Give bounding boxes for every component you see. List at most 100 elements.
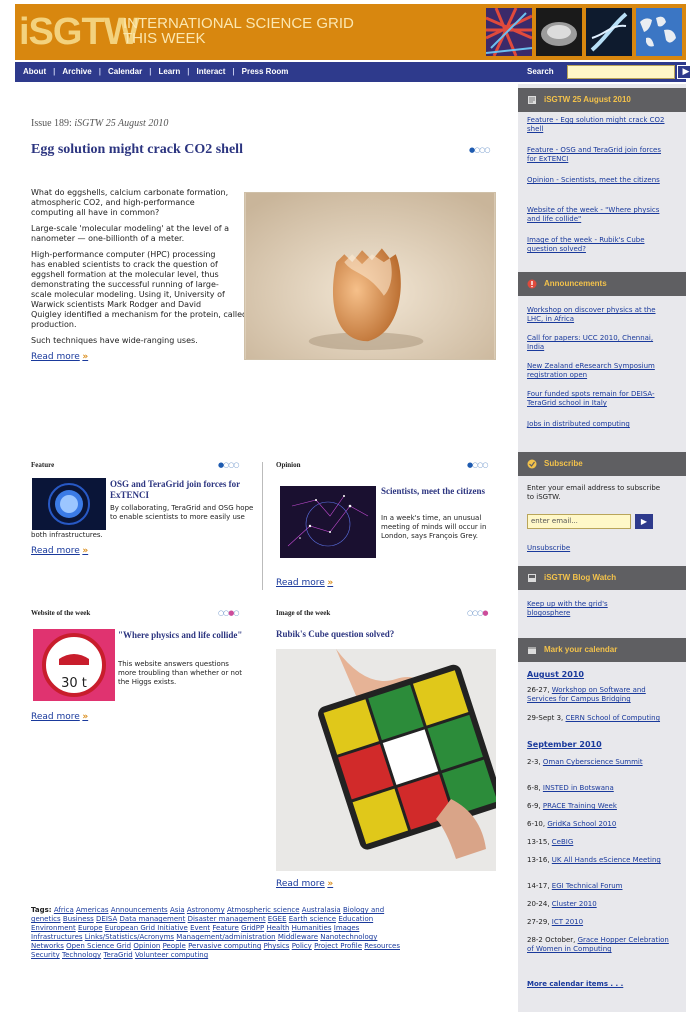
calendar-event-link[interactable]: CERN School of Computing <box>566 714 661 722</box>
calendar-event-link[interactable]: Oman Cyberscience Summit <box>543 758 643 766</box>
calendar-event-link[interactable]: CeBIG <box>552 838 574 846</box>
tag-link[interactable]: Nanotechnology <box>320 933 377 941</box>
tag-link[interactable]: Open Science Grid <box>66 942 131 950</box>
tag-link[interactable]: Business <box>63 915 94 923</box>
tag-link[interactable]: Policy <box>292 942 312 950</box>
tag-link[interactable]: Africa <box>54 906 74 914</box>
opinion-box-read-more[interactable]: Read more » <box>276 578 333 588</box>
nav-interact[interactable]: Interact <box>197 67 226 76</box>
calendar-event-link[interactable]: Cluster 2010 <box>552 900 597 908</box>
tag-link[interactable]: Earth science <box>289 915 336 923</box>
announcement-link[interactable]: Four funded spots remain for DEISA-TeraG… <box>527 390 667 408</box>
nav-about[interactable]: About <box>23 67 46 76</box>
tag-link[interactable]: Security <box>31 951 60 959</box>
sidebar-blog-head: iSGTW Blog Watch <box>518 566 686 590</box>
tag-link[interactable]: Images <box>334 924 360 932</box>
feature-box-dots[interactable]: ●○○○ <box>218 461 239 469</box>
image-box-read-more[interactable]: Read more » <box>276 879 333 889</box>
calendar-event-link[interactable]: PRACE Training Week <box>543 802 617 810</box>
nav-archive[interactable]: Archive <box>62 67 91 76</box>
tag-link[interactable]: Technology <box>62 951 101 959</box>
feature-box-headline[interactable]: OSG and TeraGrid join forces for ExTENCI <box>110 479 250 501</box>
tag-link[interactable]: Asia <box>170 906 185 914</box>
tag-link[interactable]: GridPP <box>241 924 264 932</box>
sidebar-issue-link[interactable]: Image of the week - Rubik's Cube questio… <box>527 236 667 254</box>
calendar-event-link[interactable]: INSTED in Botswana <box>543 784 614 792</box>
sidebar-issue-link[interactable]: Opinion - Scientists, meet the citizens <box>527 176 667 185</box>
calendar-event: 6-9, PRACE Training Week <box>527 802 617 810</box>
search-button[interactable]: ▶ <box>677 65 690 79</box>
subscribe-button[interactable]: ▶ <box>635 514 653 529</box>
tag-link[interactable]: People <box>163 942 186 950</box>
calendar-event-link[interactable]: ICT 2010 <box>552 918 583 926</box>
column-divider <box>262 462 263 590</box>
tag-link[interactable]: Opinion <box>133 942 160 950</box>
opinion-box-dots[interactable]: ●○○○ <box>467 461 488 469</box>
tags-label: Tags: <box>31 906 52 914</box>
nav-press-room[interactable]: Press Room <box>242 67 289 76</box>
tag-link[interactable]: Humanities <box>292 924 332 932</box>
feature-pager-dots[interactable]: ●○○○ <box>469 146 490 154</box>
main-content: Issue 189: iSGTW 25 August 2010 Egg solu… <box>18 84 510 1004</box>
sidebar-issue-link[interactable]: Feature - OSG and TeraGrid join forces f… <box>527 146 667 164</box>
calendar-month-september[interactable]: September 2010 <box>527 740 602 749</box>
tag-link[interactable]: European Grid Initiative <box>105 924 188 932</box>
tag-link[interactable]: Disaster management <box>188 915 266 923</box>
tag-link[interactable]: Australasia <box>302 906 341 914</box>
sidebar-issue-link[interactable]: Feature - Egg solution might crack CO2 s… <box>527 116 667 134</box>
nav-learn[interactable]: Learn <box>158 67 180 76</box>
tag-link[interactable]: Astronomy <box>187 906 225 914</box>
email-field[interactable]: enter email... <box>527 514 631 529</box>
calendar-month-august[interactable]: August 2010 <box>527 670 584 679</box>
tag-link[interactable]: Infrastructures <box>31 933 83 941</box>
website-box-read-more[interactable]: Read more » <box>31 712 88 722</box>
announcement-link[interactable]: Jobs in distributed computing <box>527 420 677 429</box>
tag-link[interactable]: Data management <box>120 915 186 923</box>
tag-link[interactable]: Links/Statistics/Acronyms <box>85 933 174 941</box>
calendar-event-link[interactable]: EGI Technical Forum <box>552 882 623 890</box>
tag-link[interactable]: Education <box>338 915 373 923</box>
image-box-headline[interactable]: Rubik's Cube question solved? <box>276 629 394 640</box>
tag-link[interactable]: DEISA <box>96 915 117 923</box>
unsubscribe-link[interactable]: Unsubscribe <box>527 544 570 553</box>
more-calendar-link[interactable]: More calendar items . . . <box>527 980 623 989</box>
sidebar-issue-link[interactable]: Website of the week - "Where physics and… <box>527 206 667 224</box>
blog-watch-link[interactable]: Keep up with the grid's blogosphere <box>527 600 647 618</box>
search-input[interactable] <box>567 65 675 79</box>
tag-link[interactable]: Announcements <box>111 906 168 914</box>
opinion-box-headline[interactable]: Scientists, meet the citizens <box>381 486 501 497</box>
tag-link[interactable]: Europe <box>78 924 103 932</box>
calendar-event: 6-8, INSTED in Botswana <box>527 784 614 792</box>
tag-link[interactable]: Pervasive computing <box>188 942 261 950</box>
tag-link[interactable]: Networks <box>31 942 64 950</box>
tag-link[interactable]: Resources <box>364 942 400 950</box>
calendar-event: 14-17, EGI Technical Forum <box>527 882 623 890</box>
image-box-dots[interactable]: ○○○● <box>467 609 488 617</box>
website-box-dots[interactable]: ○○●○ <box>218 609 239 617</box>
tag-link[interactable]: Event <box>190 924 210 932</box>
announcement-link[interactable]: Workshop on discover physics at the LHC,… <box>527 306 667 324</box>
tag-link[interactable]: Feature <box>212 924 238 932</box>
website-box-headline[interactable]: "Where physics and life collide" <box>118 630 258 641</box>
tag-link[interactable]: Environment <box>31 924 76 932</box>
tag-link[interactable]: TeraGrid <box>103 951 132 959</box>
feature-paragraph: What do eggshells, calcium carbonate for… <box>31 188 229 217</box>
announcement-link[interactable]: Call for papers: UCC 2010, Chennai, Indi… <box>527 334 667 352</box>
tag-link[interactable]: Health <box>266 924 289 932</box>
site-logo[interactable]: iSGTW <box>19 11 140 53</box>
announcement-link[interactable]: New Zealand eResearch Symposium registra… <box>527 362 667 380</box>
tag-link[interactable]: Volunteer computing <box>135 951 208 959</box>
tag-link[interactable]: Americas <box>76 906 109 914</box>
calendar-event: 6-10, GridKa School 2010 <box>527 820 617 828</box>
tag-link[interactable]: Middleware <box>278 933 318 941</box>
nav-calendar[interactable]: Calendar <box>108 67 142 76</box>
tag-link[interactable]: Project Profile <box>314 942 362 950</box>
calendar-event-link[interactable]: GridKa School 2010 <box>547 820 616 828</box>
tag-link[interactable]: Atmospheric science <box>227 906 300 914</box>
tag-link[interactable]: EGEE <box>268 915 287 923</box>
feature-title[interactable]: Egg solution might crack CO2 shell <box>31 142 243 158</box>
calendar-event-link[interactable]: UK All Hands eScience Meeting <box>552 856 661 864</box>
tag-link[interactable]: Physics <box>264 942 290 950</box>
feature-box-read-more[interactable]: Read more » <box>31 546 88 556</box>
tag-link[interactable]: Management/administration <box>176 933 275 941</box>
